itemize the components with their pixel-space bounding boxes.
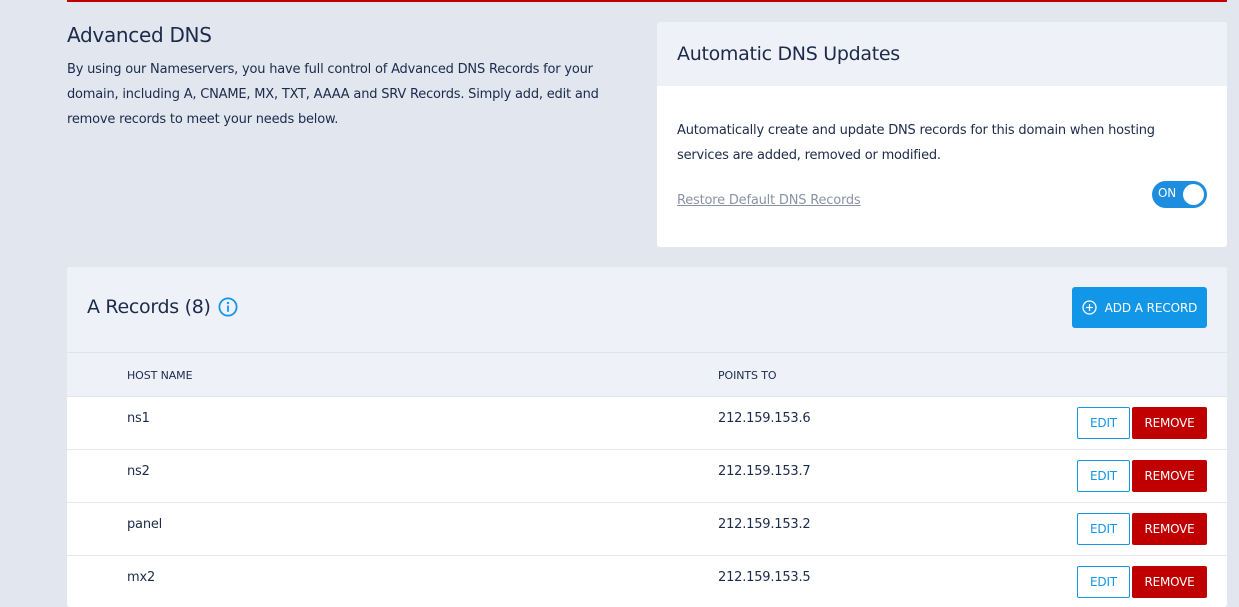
automatic-dns-title: Automatic DNS Updates [677, 43, 900, 65]
edit-button[interactable]: EDIT [1077, 460, 1130, 492]
remove-button[interactable]: REMOVE [1132, 566, 1207, 598]
table-row: panel 212.159.153.2 EDIT REMOVE [67, 503, 1227, 556]
edit-button[interactable]: EDIT [1077, 566, 1130, 598]
host-name-cell: panel [127, 517, 163, 532]
host-name-cell: ns2 [127, 464, 150, 479]
remove-button[interactable]: REMOVE [1132, 460, 1207, 492]
info-icon[interactable] [218, 297, 238, 317]
plus-circle-icon [1082, 300, 1097, 315]
automatic-dns-card: Automatic DNS Updates Automatically crea… [657, 22, 1227, 247]
restore-default-dns-link[interactable]: Restore Default DNS Records [677, 193, 861, 208]
host-name-cell: mx2 [127, 570, 156, 585]
automatic-dns-card-body: Automatically create and update DNS reco… [657, 86, 1227, 247]
points-to-cell: 212.159.153.6 [718, 411, 811, 426]
intro-description: By using our Nameservers, you have full … [67, 62, 599, 127]
column-points-to: POINTS TO [718, 369, 777, 382]
points-to-cell: 212.159.153.7 [718, 464, 811, 479]
toggle-knob [1183, 184, 1204, 205]
records-column-header: HOST NAME POINTS TO [67, 353, 1227, 397]
a-records-title: A Records (8) [87, 296, 211, 318]
points-to-cell: 212.159.153.2 [718, 517, 811, 532]
edit-button[interactable]: EDIT [1077, 407, 1130, 439]
advanced-dns-intro: Advanced DNS By using our Nameservers, y… [67, 22, 647, 132]
remove-button[interactable]: REMOVE [1132, 407, 1207, 439]
automatic-dns-toggle[interactable]: ON [1152, 181, 1207, 208]
table-row: ns1 212.159.153.6 EDIT REMOVE [67, 397, 1227, 450]
a-records-header: A Records (8) ADD A RECORD [67, 267, 1227, 353]
automatic-dns-description: Automatically create and update DNS reco… [677, 123, 1155, 163]
host-name-cell: ns1 [127, 411, 150, 426]
remove-button[interactable]: REMOVE [1132, 513, 1207, 545]
automatic-dns-card-header: Automatic DNS Updates [657, 22, 1227, 86]
edit-button[interactable]: EDIT [1077, 513, 1130, 545]
alert-bar-edge [67, 0, 1227, 2]
table-row: mx2 212.159.153.5 EDIT REMOVE [67, 556, 1227, 607]
add-record-label: ADD A RECORD [1104, 300, 1198, 315]
column-host-name: HOST NAME [127, 369, 193, 382]
a-records-panel: A Records (8) ADD A RECORD HOST NAME POI… [67, 267, 1227, 607]
points-to-cell: 212.159.153.5 [718, 570, 811, 585]
add-record-button[interactable]: ADD A RECORD [1072, 287, 1207, 328]
page-title: Advanced DNS [67, 23, 212, 47]
a-records-title-group: A Records (8) [87, 296, 238, 318]
toggle-label: ON [1158, 186, 1177, 200]
table-row: ns2 212.159.153.7 EDIT REMOVE [67, 450, 1227, 503]
